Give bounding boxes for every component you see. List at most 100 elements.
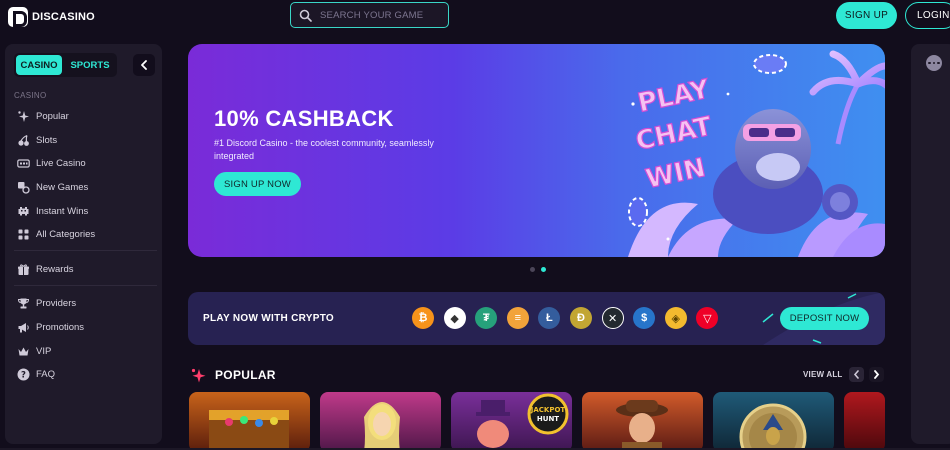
game-card-treasure-chest[interactable] xyxy=(189,392,310,450)
lucky-lady-art xyxy=(364,402,400,450)
chat-dot xyxy=(937,61,940,65)
sidebar-section-label: CASINO xyxy=(14,91,47,100)
hero-banner[interactable]: 10% CASHBACK #1 Discord Casino - the coo… xyxy=(188,44,885,257)
game-card-jackpot-hunt[interactable]: JACKPOT HUNT xyxy=(451,392,572,450)
logo-mark-icon xyxy=(8,7,28,27)
tab-sports[interactable]: SPORTS xyxy=(66,55,114,75)
deposit-button[interactable]: DEPOSIT NOW xyxy=(780,307,869,330)
sidebar-divider xyxy=(14,285,157,286)
crypto-coin-list: ₿ ◆ ₮ ≡ Ł Ð ✕ $ ◈ ▽ xyxy=(412,307,719,329)
carousel-dot-active[interactable] xyxy=(541,267,546,272)
search-input[interactable] xyxy=(320,9,440,21)
sidebar-item-live-casino[interactable]: Live Casino xyxy=(17,154,86,172)
login-button[interactable]: LOGIN xyxy=(905,2,950,29)
chat-dot xyxy=(928,61,931,65)
chevron-right-icon xyxy=(874,370,880,379)
trophy-icon xyxy=(17,297,30,310)
chevron-left-icon xyxy=(141,60,147,70)
collapse-sidebar-button[interactable] xyxy=(133,54,155,76)
tron-icon: ▽ xyxy=(696,307,719,329)
sidebar-item-label: Live Casino xyxy=(36,157,86,169)
svg-text:HUNT: HUNT xyxy=(537,415,559,423)
bitcoin-cash-icon: ≡ xyxy=(506,307,529,329)
jackpot-hunt-art: JACKPOTHUNT xyxy=(476,393,569,448)
signup-button[interactable]: SIGN UP xyxy=(836,2,897,29)
view-all-link[interactable]: VIEW ALL xyxy=(803,370,843,379)
sidebar-divider xyxy=(14,250,157,251)
hero-monkey-illustration: PLAY CHAT WIN xyxy=(628,50,885,257)
sidebar-item-all-categories[interactable]: All Categories xyxy=(17,225,95,243)
sidebar-item-faq[interactable]: ? FAQ xyxy=(17,365,55,383)
tab-casino[interactable]: CASINO xyxy=(16,55,62,75)
sidebar-item-providers[interactable]: Providers xyxy=(17,294,76,312)
carousel-dots xyxy=(530,267,546,272)
xrp-icon: ✕ xyxy=(601,307,624,329)
search-box[interactable] xyxy=(290,2,449,28)
sidebar-item-instant-wins[interactable]: Instant Wins xyxy=(17,202,88,220)
casino-sports-toggle: CASINO SPORTS xyxy=(14,53,117,77)
game-card-partial[interactable] xyxy=(844,392,885,450)
space-invader-icon xyxy=(17,205,30,218)
sidebar-item-vip[interactable]: VIP xyxy=(17,342,51,360)
live-icon xyxy=(17,157,30,170)
question-icon: ? xyxy=(17,368,30,381)
sidebar-item-label: Popular xyxy=(36,110,69,122)
binance-icon: ◈ xyxy=(664,307,687,329)
sidebar-item-label: FAQ xyxy=(36,368,56,380)
sparkle-icon xyxy=(191,368,206,382)
game-card-pharaoh-coin[interactable] xyxy=(713,392,834,450)
svg-text:?: ? xyxy=(21,370,26,380)
megaphone-icon xyxy=(17,321,30,334)
right-panel xyxy=(911,44,950,444)
game-card-lucky-lady[interactable] xyxy=(320,392,441,450)
new-games-icon xyxy=(17,181,30,194)
sidebar-item-new-games[interactable]: New Games xyxy=(17,178,88,196)
logo-text: DISCASINO xyxy=(32,11,95,23)
game-card-book-of-ra[interactable] xyxy=(582,392,703,450)
dogecoin-icon: Ð xyxy=(569,307,592,329)
tether-icon: ₮ xyxy=(475,307,498,329)
popular-next-button[interactable] xyxy=(869,367,884,382)
usd-coin-icon: $ xyxy=(633,307,656,329)
book-of-ra-art xyxy=(616,400,668,450)
sidebar-item-label: New Games xyxy=(36,181,89,193)
litecoin-icon: Ł xyxy=(538,307,561,329)
chevron-left-icon xyxy=(853,370,859,379)
carousel-dot[interactable] xyxy=(530,267,535,272)
crypto-banner: PLAY NOW WITH CRYPTO ₿ ◆ ₮ ≡ Ł Ð ✕ $ ◈ ▽… xyxy=(188,292,885,345)
sidebar-item-popular[interactable]: Popular xyxy=(17,107,69,125)
sidebar-item-label: Rewards xyxy=(36,263,74,275)
svg-text:JACKPOT: JACKPOT xyxy=(530,406,566,414)
bitcoin-icon: ₿ xyxy=(412,307,434,329)
hero-art-word-win: WIN xyxy=(643,153,708,195)
treasure-chest-art xyxy=(209,410,289,450)
gift-icon xyxy=(17,263,30,276)
chat-toggle-button[interactable] xyxy=(926,55,942,71)
sidebar-item-label: Promotions xyxy=(36,321,85,333)
grid-icon xyxy=(17,228,30,241)
hero-art-word-chat: CHAT xyxy=(633,112,715,157)
hero-signup-button[interactable]: SIGN UP NOW xyxy=(214,172,301,196)
search-icon xyxy=(299,9,312,22)
crypto-label: PLAY NOW WITH CRYPTO xyxy=(203,313,335,324)
pharaoh-coin-art xyxy=(739,403,807,450)
cherries-icon xyxy=(17,134,30,147)
popular-heading: POPULAR xyxy=(190,366,276,384)
hero-title: 10% CASHBACK xyxy=(214,106,394,131)
ethereum-icon: ◆ xyxy=(443,307,466,329)
hero-subtitle: #1 Discord Casino - the coolest communit… xyxy=(214,138,434,161)
sidebar-item-promotions[interactable]: Promotions xyxy=(17,318,84,336)
crown-icon xyxy=(17,345,30,358)
sidebar-item-rewards[interactable]: Rewards xyxy=(17,260,74,278)
sidebar-item-label: All Categories xyxy=(36,228,96,240)
popular-title: POPULAR xyxy=(215,368,276,382)
sidebar-item-label: Providers xyxy=(36,297,77,309)
sidebar-item-slots[interactable]: Slots xyxy=(17,131,57,149)
sidebar: CASINO SPORTS CASINO Popular Slots Live … xyxy=(5,44,162,444)
chat-dot xyxy=(932,61,936,65)
sidebar-item-label: Slots xyxy=(36,134,58,146)
sparkle-icon xyxy=(17,110,30,123)
logo[interactable]: DISCASINO xyxy=(8,7,95,27)
popular-prev-button[interactable] xyxy=(849,367,864,382)
top-bar: DISCASINO SIGN UP LOGIN xyxy=(0,0,950,34)
